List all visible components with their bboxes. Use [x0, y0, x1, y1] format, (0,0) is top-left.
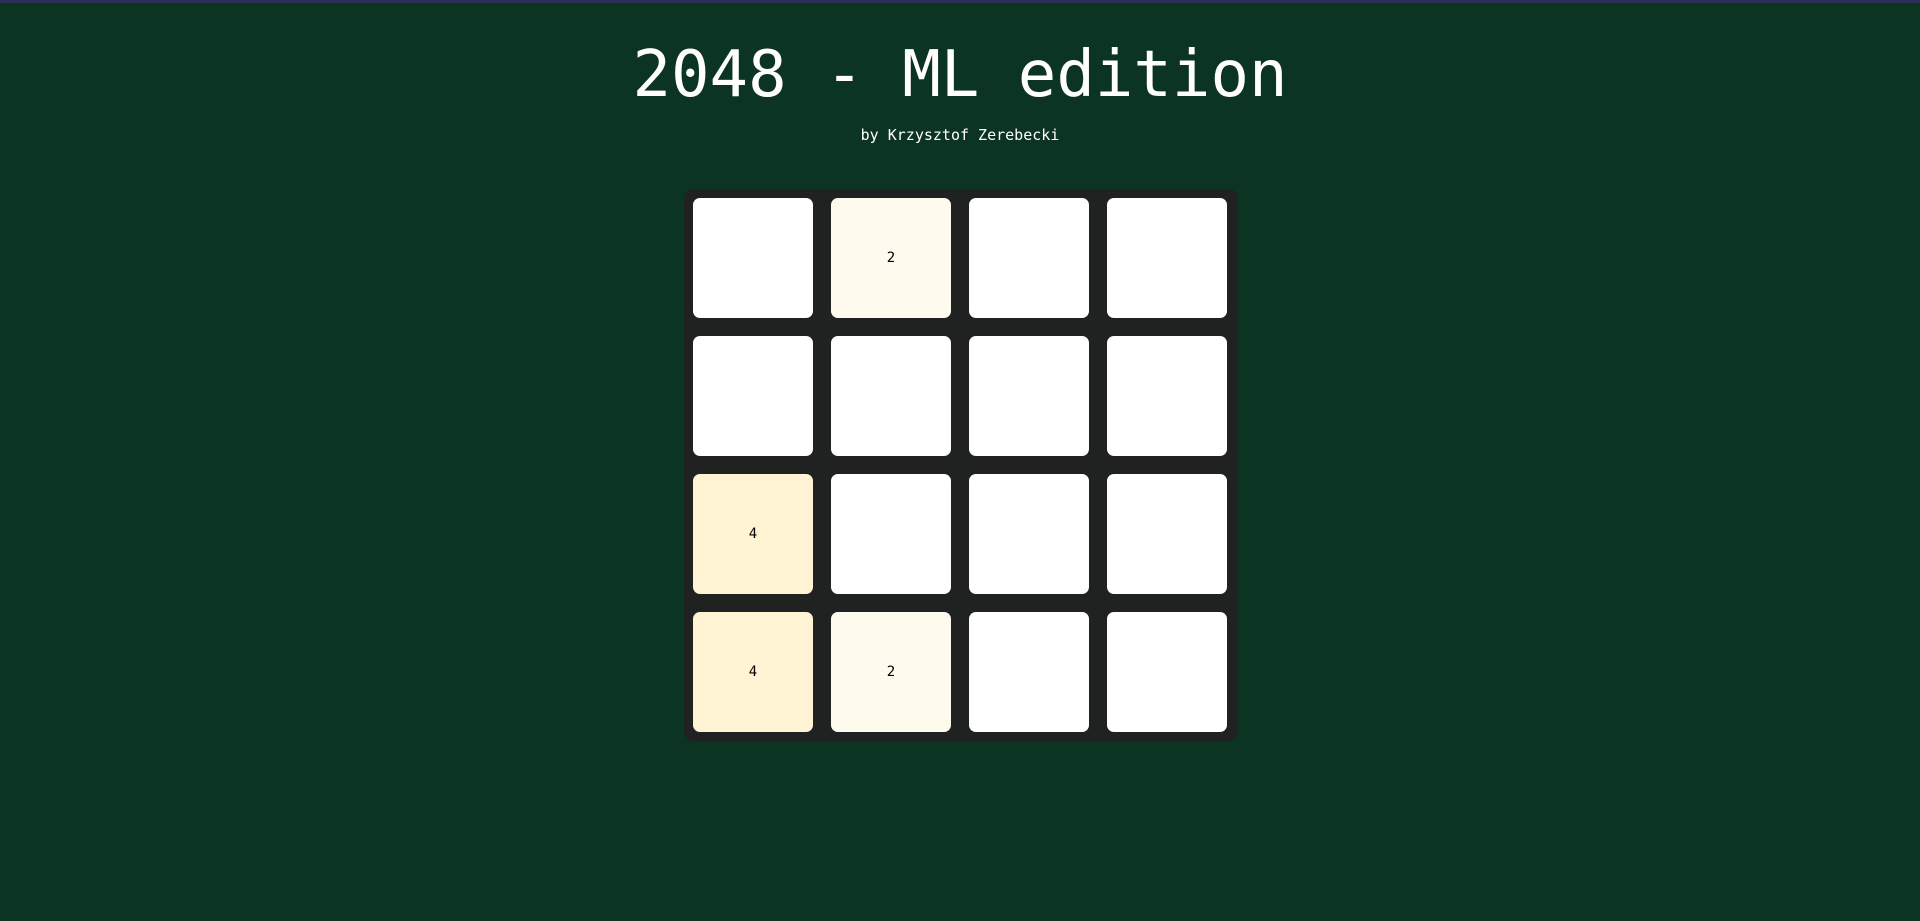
tile-r3-c1: 4: [693, 474, 813, 594]
tile-r4-c3: [969, 612, 1089, 732]
page-title: 2048 - ML edition: [632, 38, 1288, 112]
tile-r4-c2: 2: [831, 612, 951, 732]
tile-r3-c2: [831, 474, 951, 594]
tile-r1-c2: 2: [831, 198, 951, 318]
tile-r1-c1: [693, 198, 813, 318]
tile-r1-c4: [1107, 198, 1227, 318]
tile-r3-c4: [1107, 474, 1227, 594]
game-board[interactable]: 2442: [684, 189, 1238, 741]
tile-r4-c4: [1107, 612, 1227, 732]
tile-r2-c1: [693, 336, 813, 456]
author-credit: by Krzysztof Zerebecki: [860, 126, 1060, 144]
tile-r1-c3: [969, 198, 1089, 318]
tile-r4-c1: 4: [693, 612, 813, 732]
tile-r2-c2: [831, 336, 951, 456]
tile-r3-c3: [969, 474, 1089, 594]
tile-r2-c4: [1107, 336, 1227, 456]
tile-r2-c3: [969, 336, 1089, 456]
